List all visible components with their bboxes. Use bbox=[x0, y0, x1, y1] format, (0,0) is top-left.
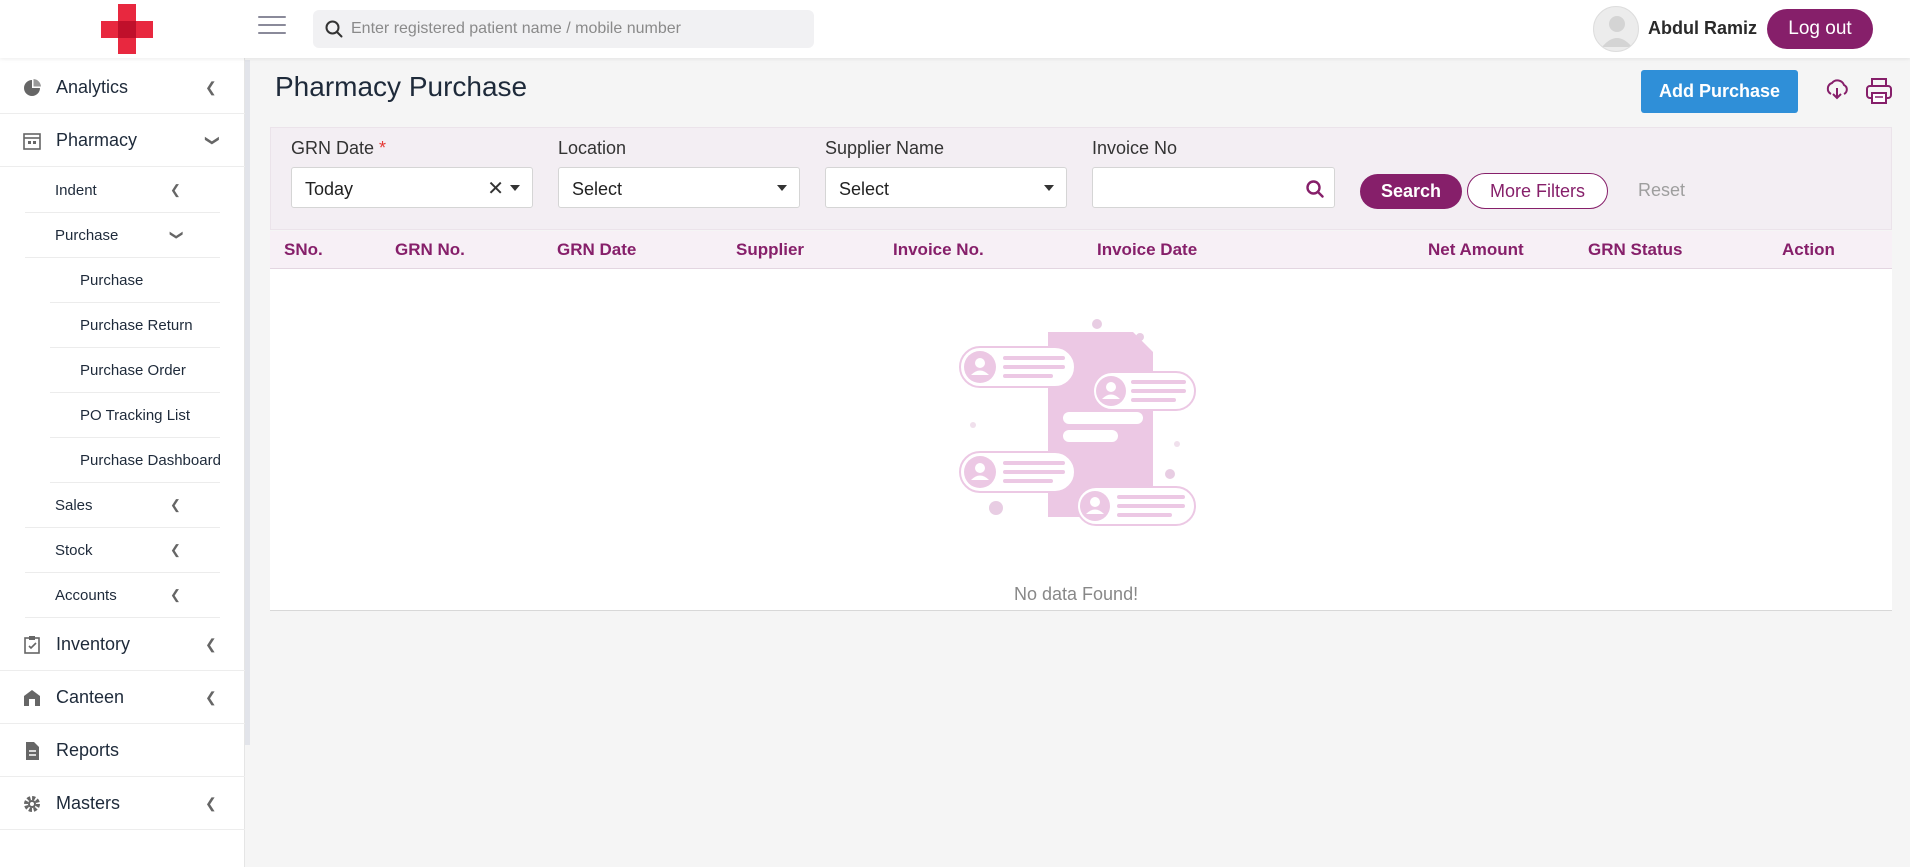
column-header: SNo. bbox=[284, 240, 323, 259]
chevron-left-icon: ❮ bbox=[205, 689, 217, 705]
gear-icon bbox=[24, 796, 40, 812]
sidebar-subitem-label: Indent bbox=[55, 182, 97, 199]
chevron-left-icon: ❮ bbox=[205, 636, 217, 652]
sidebar-item-canteen[interactable]: Canteen ❮ bbox=[0, 671, 245, 724]
sidebar-scrollbar[interactable] bbox=[245, 60, 250, 745]
top-bar: Abdul Ramiz Log out bbox=[0, 0, 1910, 58]
chevron-left-icon: ❮ bbox=[170, 182, 181, 197]
chevron-down-icon: ❮ bbox=[202, 134, 219, 147]
sidebar-subitem-label: Purchase bbox=[55, 227, 119, 244]
sidebar-item-label: Pharmacy bbox=[56, 130, 138, 150]
more-filters-button[interactable]: More Filters bbox=[1467, 173, 1608, 209]
sidebar-subitem-label: Accounts bbox=[55, 587, 117, 604]
clipboard-check-icon bbox=[24, 636, 40, 654]
column-header: GRN Status bbox=[1588, 240, 1683, 259]
clear-icon[interactable]: ✕ bbox=[487, 176, 504, 201]
patient-search bbox=[313, 10, 814, 48]
invoice-label: Invoice No bbox=[1092, 138, 1178, 158]
sidebar: Analytics ❮ Pharmacy ❮ Indent ❮ Purchase… bbox=[0, 58, 245, 867]
sidebar-subitem-label: Purchase Dashboard bbox=[80, 452, 221, 469]
canteen-icon bbox=[24, 690, 40, 706]
sidebar-subitem-indent[interactable]: Indent ❮ bbox=[25, 168, 220, 213]
dropdown-caret-icon bbox=[510, 185, 520, 191]
menu-toggle-icon[interactable] bbox=[258, 16, 286, 38]
sidebar-subitem-purchase-list[interactable]: Purchase bbox=[50, 258, 220, 303]
store-icon bbox=[23, 133, 41, 150]
sidebar-subitem-purchase-return[interactable]: Purchase Return bbox=[50, 303, 220, 348]
page-title: Pharmacy Purchase bbox=[275, 71, 528, 102]
empty-state-illustration bbox=[959, 319, 1196, 526]
sidebar-item-label: Reports bbox=[56, 740, 120, 760]
user-name: Abdul Ramiz bbox=[1648, 18, 1758, 38]
logout-button[interactable]: Log out bbox=[1767, 9, 1873, 49]
sidebar-item-label: Analytics bbox=[56, 77, 129, 97]
sidebar-item-label: Canteen bbox=[56, 687, 125, 707]
sidebar-subitem-po-tracking[interactable]: PO Tracking List bbox=[50, 393, 220, 438]
sidebar-subitem-label: Purchase Return bbox=[80, 317, 193, 334]
sidebar-subitem-purchase-dashboard[interactable]: Purchase Dashboard bbox=[50, 438, 221, 483]
chevron-left-icon: ❮ bbox=[170, 497, 181, 512]
column-header: GRN Date bbox=[557, 240, 637, 259]
download-icon[interactable] bbox=[1823, 76, 1853, 106]
sidebar-subitem-label: PO Tracking List bbox=[80, 407, 191, 424]
sidebar-subitem-accounts[interactable]: Accounts ❮ bbox=[25, 573, 220, 618]
empty-state-text: No data Found! bbox=[1014, 584, 1139, 604]
supplier-label: Supplier Name bbox=[825, 138, 945, 158]
supplier-select[interactable]: Select bbox=[825, 167, 1067, 208]
sidebar-item-masters[interactable]: Masters ❮ bbox=[0, 777, 245, 830]
grn-date-select[interactable]: Today ✕ bbox=[291, 167, 533, 208]
column-header: Invoice Date bbox=[1097, 240, 1198, 259]
sidebar-item-analytics[interactable]: Analytics ❮ bbox=[0, 61, 245, 114]
sidebar-subitem-sales[interactable]: Sales ❮ bbox=[25, 483, 220, 528]
print-icon[interactable] bbox=[1864, 76, 1894, 106]
app-logo[interactable] bbox=[101, 4, 153, 54]
search-icon[interactable] bbox=[1306, 180, 1324, 198]
supplier-value: Select bbox=[839, 179, 890, 199]
sidebar-subitem-purchase[interactable]: Purchase ❮ bbox=[25, 213, 220, 258]
location-select[interactable]: Select bbox=[558, 167, 800, 208]
chevron-left-icon: ❮ bbox=[170, 542, 181, 557]
pie-chart-icon bbox=[24, 79, 41, 96]
column-header: Action bbox=[1782, 240, 1835, 259]
patient-search-input[interactable] bbox=[351, 10, 801, 48]
sidebar-subitem-label: Sales bbox=[55, 497, 93, 514]
sidebar-item-pharmacy[interactable]: Pharmacy ❮ bbox=[0, 114, 245, 167]
column-header: Net Amount bbox=[1428, 240, 1524, 259]
grn-date-label: GRN Date * bbox=[291, 138, 387, 158]
chevron-left-icon: ❮ bbox=[170, 587, 181, 602]
search-icon bbox=[325, 20, 343, 38]
column-header: GRN No. bbox=[395, 240, 465, 259]
sidebar-subitem-label: Purchase bbox=[80, 272, 144, 289]
sidebar-item-label: Inventory bbox=[56, 634, 131, 654]
column-header: Supplier bbox=[736, 240, 805, 259]
sidebar-item-reports[interactable]: Reports bbox=[0, 724, 245, 777]
sidebar-subitem-label: Stock bbox=[55, 542, 93, 559]
sidebar-subitem-purchase-order[interactable]: Purchase Order bbox=[50, 348, 220, 393]
location-label: Location bbox=[558, 138, 627, 158]
avatar[interactable] bbox=[1593, 6, 1639, 52]
location-value: Select bbox=[572, 179, 623, 199]
sidebar-subitem-label: Purchase Order bbox=[80, 362, 186, 379]
dropdown-caret-icon bbox=[1044, 185, 1054, 191]
reset-button[interactable]: Reset bbox=[1638, 180, 1685, 201]
chevron-left-icon: ❮ bbox=[205, 79, 217, 95]
column-header: Invoice No. bbox=[893, 240, 984, 259]
search-button[interactable]: Search bbox=[1360, 174, 1462, 209]
dropdown-caret-icon bbox=[777, 185, 787, 191]
add-purchase-button[interactable]: Add Purchase bbox=[1641, 70, 1798, 113]
document-icon bbox=[26, 742, 39, 760]
grn-date-value: Today bbox=[305, 179, 354, 199]
chevron-down-icon: ❮ bbox=[167, 229, 183, 241]
sidebar-item-inventory[interactable]: Inventory ❮ bbox=[0, 618, 245, 671]
sidebar-subitem-stock[interactable]: Stock ❮ bbox=[25, 528, 220, 573]
sidebar-item-label: Masters bbox=[56, 793, 121, 813]
invoice-input[interactable] bbox=[1092, 167, 1335, 208]
chevron-left-icon: ❮ bbox=[205, 795, 217, 811]
